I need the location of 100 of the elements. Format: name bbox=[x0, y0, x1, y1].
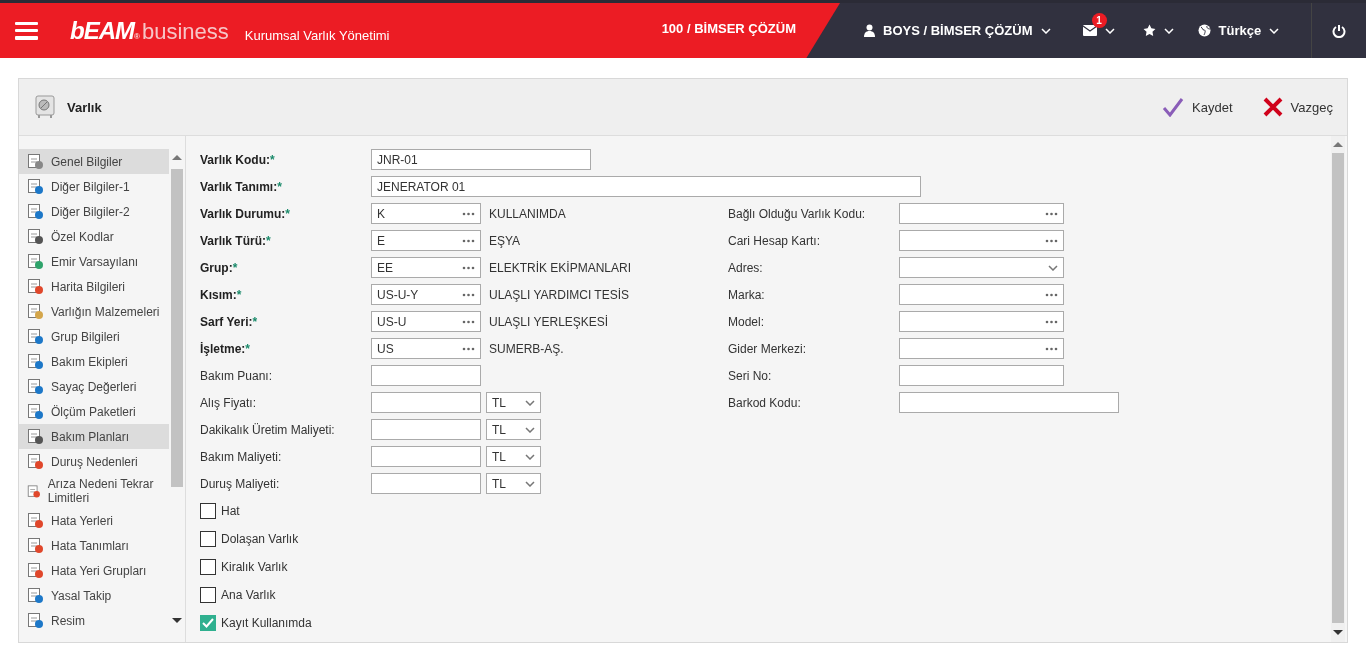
checkbox-label: Ana Varlık bbox=[221, 588, 276, 602]
lookup-field[interactable]: US bbox=[371, 338, 481, 359]
checkbox-label: Hat bbox=[221, 504, 240, 518]
power-icon[interactable] bbox=[1332, 23, 1346, 38]
sidebar-item[interactable]: Harita Bilgileri bbox=[19, 274, 169, 299]
input-field[interactable] bbox=[371, 419, 481, 440]
ellipsis-icon[interactable] bbox=[1045, 292, 1058, 297]
sidebar-item[interactable]: Yasal Takip bbox=[19, 583, 169, 608]
language-menu[interactable]: Türkçe bbox=[1218, 23, 1262, 38]
page-icon bbox=[27, 562, 44, 579]
sidebar-item[interactable]: Resim bbox=[19, 608, 169, 633]
ellipsis-icon[interactable] bbox=[1045, 211, 1058, 216]
lookup-field[interactable] bbox=[899, 203, 1064, 224]
cancel-button[interactable]: Vazgeç bbox=[1262, 97, 1333, 117]
scroll-up-icon[interactable] bbox=[1333, 141, 1343, 147]
ellipsis-icon[interactable] bbox=[462, 319, 475, 324]
lookup-field[interactable]: E bbox=[371, 230, 481, 251]
scroll-down-icon[interactable] bbox=[172, 618, 182, 624]
company-name: 100 / BİMSER ÇÖZÜM bbox=[661, 21, 796, 36]
sidebar-item[interactable]: Diğer Bilgiler-1 bbox=[19, 174, 169, 199]
lookup-field[interactable] bbox=[899, 284, 1064, 305]
field-label: Kısım:* bbox=[200, 287, 243, 302]
sidebar-item[interactable]: Arıza Nedeni Tekrar Limitleri bbox=[19, 474, 169, 508]
scroll-up-icon[interactable] bbox=[172, 154, 182, 160]
ellipsis-icon[interactable] bbox=[462, 292, 475, 297]
input-field[interactable] bbox=[371, 473, 481, 494]
field-label: Cari Hesap Kartı: bbox=[728, 233, 822, 248]
sidebar-item[interactable]: Varlığın Malzemeleri bbox=[19, 299, 169, 324]
ellipsis-icon[interactable] bbox=[462, 238, 475, 243]
sidebar-item[interactable]: Genel Bilgiler bbox=[19, 149, 169, 174]
input-field[interactable] bbox=[899, 392, 1119, 413]
lookup-description: SUMERB-AŞ. bbox=[489, 341, 564, 356]
page-icon bbox=[27, 303, 44, 320]
sidebar-item[interactable]: Diğer Bilgiler-2 bbox=[19, 199, 169, 224]
sidebar-item[interactable]: Grup Bilgileri bbox=[19, 324, 169, 349]
lookup-field[interactable]: US-U bbox=[371, 311, 481, 332]
star-icon[interactable] bbox=[1142, 24, 1156, 37]
input-field[interactable] bbox=[899, 365, 1064, 386]
page-icon bbox=[27, 253, 44, 270]
sidebar-item[interactable]: Sayaç Değerleri bbox=[19, 374, 169, 399]
ellipsis-icon[interactable] bbox=[1045, 238, 1058, 243]
ellipsis-icon[interactable] bbox=[462, 211, 475, 216]
save-button[interactable]: Kaydet bbox=[1162, 97, 1233, 117]
lookup-description: ULAŞLI YERLEŞKESİ bbox=[489, 314, 609, 329]
checkbox[interactable] bbox=[200, 587, 216, 603]
currency-dropdown[interactable]: TL bbox=[486, 392, 541, 413]
ellipsis-icon[interactable] bbox=[1045, 319, 1058, 324]
app-subtitle: Kurumsal Varlık Yönetimi bbox=[244, 28, 390, 43]
page-icon bbox=[27, 228, 44, 245]
field-label: Sarf Yeri:* bbox=[200, 314, 259, 329]
scroll-down-icon[interactable] bbox=[1333, 630, 1343, 636]
input-field[interactable] bbox=[371, 392, 481, 413]
lookup-field[interactable] bbox=[899, 230, 1064, 251]
input-field[interactable] bbox=[371, 446, 481, 467]
input-field[interactable] bbox=[371, 365, 481, 386]
checkbox[interactable] bbox=[200, 503, 216, 519]
checkbox[interactable] bbox=[200, 559, 216, 575]
menu-icon[interactable] bbox=[15, 21, 38, 40]
lookup-field[interactable]: EE bbox=[371, 257, 481, 278]
scrollbar[interactable] bbox=[169, 136, 186, 642]
currency-dropdown[interactable]: TL bbox=[486, 419, 541, 440]
chevron-down-icon bbox=[525, 426, 535, 433]
globe-icon bbox=[1197, 24, 1211, 37]
ellipsis-icon[interactable] bbox=[462, 346, 475, 351]
user-icon bbox=[864, 24, 875, 37]
logo: bEAM®business bbox=[70, 16, 229, 45]
field-label: Marka: bbox=[728, 287, 766, 302]
lookup-field[interactable]: US-U-Y bbox=[371, 284, 481, 305]
safe-icon bbox=[35, 95, 55, 119]
sidebar-item[interactable]: Hata Tanımları bbox=[19, 533, 169, 558]
sidebar-item[interactable]: Bakım Planları bbox=[19, 424, 169, 449]
field-label: Varlık Durumu:* bbox=[200, 206, 292, 221]
sidebar-item[interactable]: Özel Kodlar bbox=[19, 224, 169, 249]
page-icon bbox=[27, 328, 44, 345]
sidebar-item[interactable]: Ölçüm Paketleri bbox=[19, 399, 169, 424]
field-label: Barkod Kodu: bbox=[728, 395, 802, 410]
sidebar-item[interactable]: Hata Yerleri bbox=[19, 508, 169, 533]
page-icon bbox=[27, 587, 44, 604]
notification-badge: 1 bbox=[1091, 13, 1107, 28]
lookup-field[interactable]: K bbox=[371, 203, 481, 224]
scrollbar[interactable] bbox=[1331, 136, 1345, 642]
sidebar-item[interactable]: Hata Yeri Grupları bbox=[19, 558, 169, 583]
chevron-down-icon bbox=[525, 453, 535, 460]
ellipsis-icon[interactable] bbox=[462, 265, 475, 270]
input-field[interactable]: JNR-01 bbox=[371, 149, 591, 170]
sidebar-item[interactable]: Bakım Ekipleri bbox=[19, 349, 169, 374]
lookup-field[interactable] bbox=[899, 311, 1064, 332]
user-menu[interactable]: BOYS / BİMSER ÇÖZÜM bbox=[883, 23, 1033, 38]
lookup-field[interactable] bbox=[899, 338, 1064, 359]
sidebar-item[interactable]: Duruş Nedenleri bbox=[19, 449, 169, 474]
sidebar-item[interactable]: Emir Varsayılanı bbox=[19, 249, 169, 274]
dropdown-field[interactable] bbox=[899, 257, 1064, 278]
currency-dropdown[interactable]: TL bbox=[486, 446, 541, 467]
ellipsis-icon[interactable] bbox=[1045, 346, 1058, 351]
checkbox[interactable] bbox=[200, 531, 216, 547]
mail-icon[interactable] bbox=[1082, 25, 1097, 36]
checkbox-label: Kayıt Kullanımda bbox=[221, 616, 312, 630]
checkbox[interactable] bbox=[200, 615, 216, 631]
input-field[interactable]: JENERATOR 01 bbox=[371, 176, 921, 197]
currency-dropdown[interactable]: TL bbox=[486, 473, 541, 494]
